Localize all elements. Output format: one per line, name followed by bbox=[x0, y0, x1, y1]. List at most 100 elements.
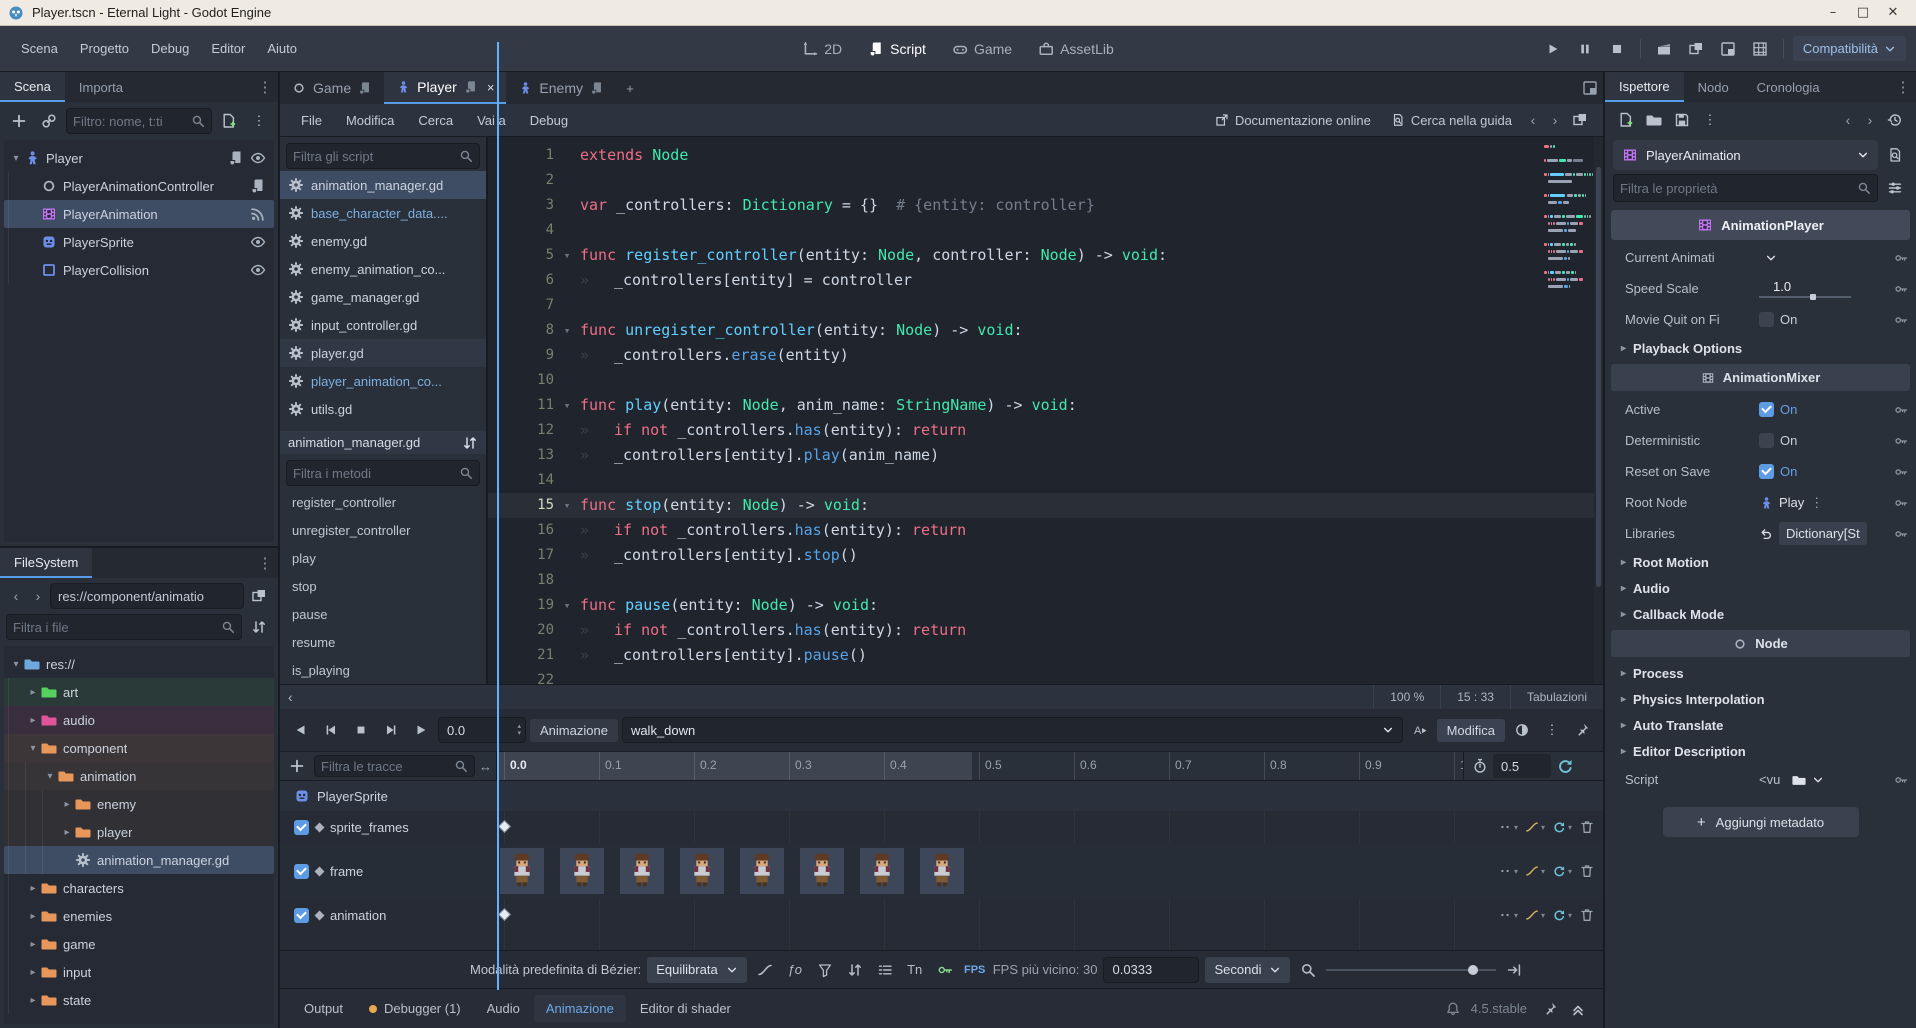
stop-button[interactable] bbox=[1603, 36, 1631, 62]
property-active[interactable]: ActiveOn bbox=[1611, 394, 1910, 425]
new-resource-button[interactable] bbox=[1613, 107, 1639, 133]
node-path-menu-icon[interactable]: ⋮ bbox=[1810, 495, 1823, 511]
bottom-tab-output[interactable]: Output bbox=[292, 995, 355, 1022]
code-line-18[interactable]: 18 bbox=[488, 568, 1603, 593]
code-line-19[interactable]: 19▾func pause(entity: Node) -> void: bbox=[488, 593, 1603, 618]
method-register-controller[interactable]: register_controller bbox=[280, 488, 486, 516]
timeline-zoom-slider[interactable] bbox=[1326, 969, 1496, 971]
anim-time-spinbox[interactable]: ▴▾ bbox=[438, 717, 526, 743]
tab-cronologia[interactable]: Cronologia bbox=[1743, 72, 1834, 102]
tab-ispettore[interactable]: Ispettore bbox=[1605, 72, 1684, 102]
fs-item-res[interactable]: ▾res:// bbox=[4, 650, 274, 678]
track-enabled-checkbox[interactable] bbox=[294, 864, 309, 879]
fs-item-characters[interactable]: ▸characters bbox=[4, 874, 274, 902]
script-item-animation-manager-gd[interactable]: animation_manager.gd bbox=[280, 171, 486, 199]
property-root-node[interactable]: Root NodePlay⋮ bbox=[1611, 487, 1910, 518]
function-keying-icon[interactable]: ƒo bbox=[783, 958, 807, 982]
group-tracks-icon[interactable] bbox=[873, 958, 897, 982]
inspector-tools-button[interactable] bbox=[1882, 175, 1908, 201]
code-line-12[interactable]: 12»if not _controllers.has(entity): retu… bbox=[488, 418, 1603, 443]
autoplay-on-load-button[interactable]: A bbox=[1407, 717, 1433, 743]
insert-key-icon[interactable] bbox=[933, 958, 957, 982]
pin-panel-button[interactable] bbox=[1569, 717, 1595, 743]
fold-icon[interactable]: ▾ bbox=[554, 593, 580, 618]
property-speed-scale[interactable]: Speed Scale1.0 bbox=[1611, 273, 1910, 304]
play-backwards-from-end-button[interactable] bbox=[288, 717, 314, 743]
key-animate-icon[interactable] bbox=[1894, 251, 1908, 265]
scene-tab-player[interactable]: Player× bbox=[384, 72, 506, 104]
bottom-tab-debugger-1[interactable]: Debugger (1) bbox=[357, 995, 473, 1022]
scene-node-player[interactable]: ▾Player bbox=[4, 144, 274, 172]
script-icon[interactable] bbox=[228, 150, 244, 166]
key-animate-icon[interactable] bbox=[1894, 313, 1908, 327]
keyframe-icon[interactable] bbox=[498, 908, 511, 921]
fs-forward-button[interactable]: › bbox=[28, 584, 48, 608]
fps-mode-icon[interactable]: FPS bbox=[963, 958, 987, 982]
fold-icon[interactable]: ▾ bbox=[554, 493, 580, 518]
code-line-5[interactable]: 5▾func register_controller(entity: Node,… bbox=[488, 243, 1603, 268]
filter-tracks-icon[interactable] bbox=[813, 958, 837, 982]
code-line-22[interactable]: 22 bbox=[488, 668, 1603, 684]
method-resume[interactable]: resume bbox=[280, 628, 486, 656]
menu-progetto[interactable]: Progetto bbox=[69, 35, 140, 62]
script-item-game-manager-gd[interactable]: game_manager.gd bbox=[280, 283, 486, 311]
group-audio[interactable]: ▸Audio bbox=[1611, 575, 1910, 601]
fs-item-audio[interactable]: ▸audio bbox=[4, 706, 274, 734]
pin-bottom-panel-button[interactable] bbox=[1537, 996, 1563, 1022]
zoom-icon[interactable] bbox=[1296, 958, 1320, 982]
inspector-history-button[interactable] bbox=[1882, 107, 1908, 133]
track-value-mode-button[interactable]: ▾ bbox=[1498, 864, 1518, 878]
tracks-filter-input[interactable] bbox=[321, 759, 454, 774]
bottom-tab-editor-di-shader[interactable]: Editor di shader bbox=[628, 995, 743, 1022]
delete-track-button[interactable] bbox=[1579, 863, 1595, 879]
onion-skinning-button[interactable] bbox=[1509, 717, 1535, 743]
code-line-2[interactable]: 2 bbox=[488, 168, 1603, 193]
scene-node-playersprite[interactable]: PlayerSprite bbox=[4, 228, 274, 256]
method-is-playing[interactable]: is_playing bbox=[280, 656, 486, 684]
frame-keyframe-thumbnail[interactable] bbox=[560, 848, 604, 894]
code-line-15[interactable]: 15▾func stop(entity: Node) -> void: bbox=[488, 493, 1603, 518]
edit-curves-icon[interactable] bbox=[753, 958, 777, 982]
script-menu-debug[interactable]: Debug bbox=[519, 107, 579, 134]
method-play[interactable]: play bbox=[280, 544, 486, 572]
menu-aiuto[interactable]: Aiuto bbox=[256, 35, 308, 62]
property-script[interactable]: Script<vu bbox=[1611, 764, 1910, 795]
property-checkbox[interactable] bbox=[1759, 312, 1774, 327]
scene-filter[interactable] bbox=[66, 108, 212, 134]
script-item-enemy-animation-co[interactable]: enemy_animation_co... bbox=[280, 255, 486, 283]
anim-time-input[interactable] bbox=[447, 723, 499, 738]
inspector-filter-input[interactable] bbox=[1620, 181, 1857, 196]
fs-item-component[interactable]: ▾component bbox=[4, 734, 274, 762]
track-loop-mode-button[interactable]: ▾ bbox=[1552, 864, 1572, 878]
group-root-motion[interactable]: ▸Root Motion bbox=[1611, 549, 1910, 575]
fs-sort-button[interactable] bbox=[246, 614, 272, 640]
distraction-free-button[interactable] bbox=[1577, 72, 1603, 104]
track-value-mode-button[interactable]: ▾ bbox=[1498, 908, 1518, 922]
track-interpolation-button[interactable]: ▾ bbox=[1525, 908, 1545, 922]
script-forward-button[interactable]: › bbox=[1545, 108, 1565, 132]
instance-scene-button[interactable] bbox=[36, 108, 62, 134]
load-resource-button[interactable] bbox=[1641, 107, 1667, 133]
track-frame[interactable]: frame▾▾▾ bbox=[280, 843, 1603, 899]
fs-item-input[interactable]: ▸input bbox=[4, 958, 274, 986]
key-animate-icon[interactable] bbox=[1894, 773, 1908, 787]
pause-button[interactable] bbox=[1571, 36, 1599, 62]
maximize-button[interactable]: □ bbox=[1848, 3, 1878, 23]
current-script-row[interactable]: animation_manager.gd bbox=[280, 431, 486, 454]
zoom-level[interactable]: 100 % bbox=[1373, 685, 1440, 709]
bottom-tab-animazione[interactable]: Animazione bbox=[534, 995, 626, 1022]
code-minimap[interactable] bbox=[1543, 143, 1591, 297]
frame-keyframe-thumbnail[interactable] bbox=[920, 848, 964, 894]
snap-input[interactable] bbox=[1112, 962, 1164, 977]
script-item-player-animation-co[interactable]: player_animation_co... bbox=[280, 367, 486, 395]
track-enabled-checkbox[interactable] bbox=[294, 908, 309, 923]
add-track-button[interactable] bbox=[284, 753, 310, 779]
property-libraries[interactable]: LibrariesDictionary[St bbox=[1611, 518, 1910, 549]
anim-stop-button[interactable] bbox=[348, 717, 374, 743]
methods-filter-input[interactable] bbox=[293, 466, 459, 481]
script-item-utils-gd[interactable]: utils.gd bbox=[280, 395, 486, 423]
fs-path[interactable]: res://component/animatio bbox=[50, 583, 244, 609]
scene-dock-menu-button[interactable]: ⋮ bbox=[252, 72, 278, 102]
fs-item-animation[interactable]: ▾animation bbox=[4, 762, 274, 790]
tracks-filter[interactable] bbox=[314, 755, 475, 777]
